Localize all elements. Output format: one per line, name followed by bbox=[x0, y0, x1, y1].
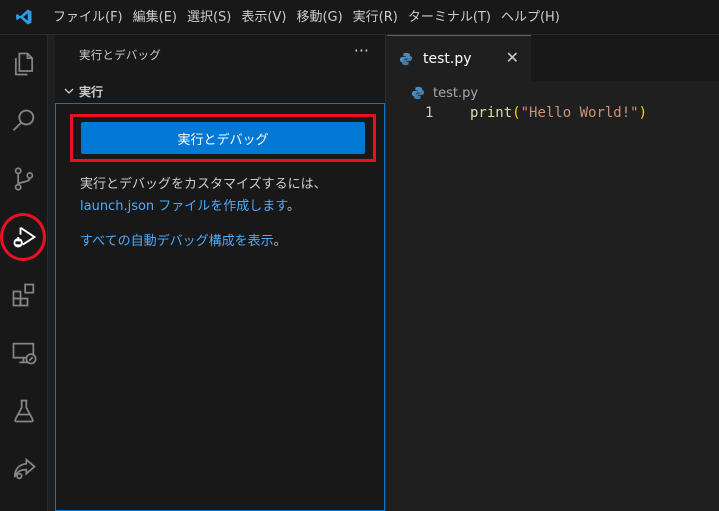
code-paren-close: ) bbox=[638, 105, 648, 121]
menu-help[interactable]: ヘルプ(H) bbox=[496, 0, 565, 35]
more-actions-icon[interactable]: ··· bbox=[354, 41, 369, 60]
search-icon[interactable] bbox=[0, 97, 48, 145]
menu-file[interactable]: ファイル(F) bbox=[48, 0, 128, 35]
activity-bar bbox=[0, 35, 48, 511]
menu-bar: ファイル(F) 編集(E) 選択(S) 表示(V) 移動(G) 実行(R) ター… bbox=[0, 0, 719, 35]
run-button-highlight: 実行とデバッグ bbox=[70, 114, 376, 162]
menu-run[interactable]: 実行(R) bbox=[348, 0, 403, 35]
run-debug-sidebar: 実行とデバッグ ··· 実行 実行とデバッグ 実行とデバッグをカスタマイズするに… bbox=[55, 35, 386, 511]
source-control-icon[interactable] bbox=[0, 155, 48, 203]
python-file-icon bbox=[399, 51, 415, 67]
editor-tabs: test.py ✕ bbox=[387, 35, 719, 81]
vscode-logo-icon[interactable] bbox=[0, 0, 48, 35]
run-section-body: 実行とデバッグ 実行とデバッグをカスタマイズするには、 launch.json … bbox=[55, 103, 385, 511]
breadcrumb-file: test.py bbox=[433, 85, 479, 101]
description-text: 実行とデバッグをカスタマイズするには、 launch.json ファイルを作成し… bbox=[80, 174, 370, 218]
remote-share-icon[interactable] bbox=[0, 445, 48, 493]
run-debug-highlight bbox=[0, 213, 46, 261]
run-and-debug-button[interactable]: 実行とデバッグ bbox=[81, 122, 365, 154]
run-section-header[interactable]: 実行 bbox=[55, 79, 386, 103]
sidebar-title: 実行とデバッグ bbox=[79, 48, 161, 62]
code-line[interactable]: 1 print("Hello World!") bbox=[387, 105, 719, 127]
explorer-icon[interactable] bbox=[0, 40, 48, 88]
desc-line1: 実行とデバッグをカスタマイズするには、 bbox=[80, 177, 327, 192]
breadcrumb[interactable]: test.py bbox=[411, 82, 478, 104]
code-string: "Hello World!" bbox=[520, 105, 639, 121]
show-auto-debug-configs-link[interactable]: すべての自動デバッグ構成を表示 bbox=[80, 234, 274, 249]
close-icon[interactable]: ✕ bbox=[506, 48, 519, 67]
extensions-icon[interactable] bbox=[0, 271, 48, 319]
menu-go[interactable]: 移動(G) bbox=[291, 0, 347, 35]
tab-label: test.py bbox=[423, 50, 472, 67]
menu-view[interactable]: 表示(V) bbox=[236, 0, 291, 35]
editor-area: test.py ✕ test.py 1 print("Hello World!"… bbox=[387, 35, 719, 511]
chevron-down-icon bbox=[59, 85, 79, 97]
menu-selection[interactable]: 選択(S) bbox=[182, 0, 236, 35]
auto-debug-configs-row: すべての自動デバッグ構成を表示。 bbox=[80, 230, 287, 249]
remote-explorer-icon[interactable] bbox=[0, 329, 48, 377]
desc-suffix: 。 bbox=[287, 199, 301, 214]
section-label: 実行 bbox=[79, 84, 104, 99]
code-paren-open: ( bbox=[512, 105, 521, 121]
link2-suffix: 。 bbox=[273, 234, 287, 249]
code-text: print("Hello World!") bbox=[470, 105, 647, 121]
tab-test-py[interactable]: test.py ✕ bbox=[387, 35, 531, 81]
menu-edit[interactable]: 編集(E) bbox=[128, 0, 182, 35]
menu-terminal[interactable]: ターミナル(T) bbox=[403, 0, 496, 35]
create-launch-json-link[interactable]: launch.json ファイルを作成します bbox=[80, 199, 287, 214]
line-number: 1 bbox=[425, 105, 434, 121]
code-function: print bbox=[470, 105, 513, 121]
python-file-icon bbox=[411, 86, 425, 100]
testing-icon[interactable] bbox=[0, 387, 48, 435]
